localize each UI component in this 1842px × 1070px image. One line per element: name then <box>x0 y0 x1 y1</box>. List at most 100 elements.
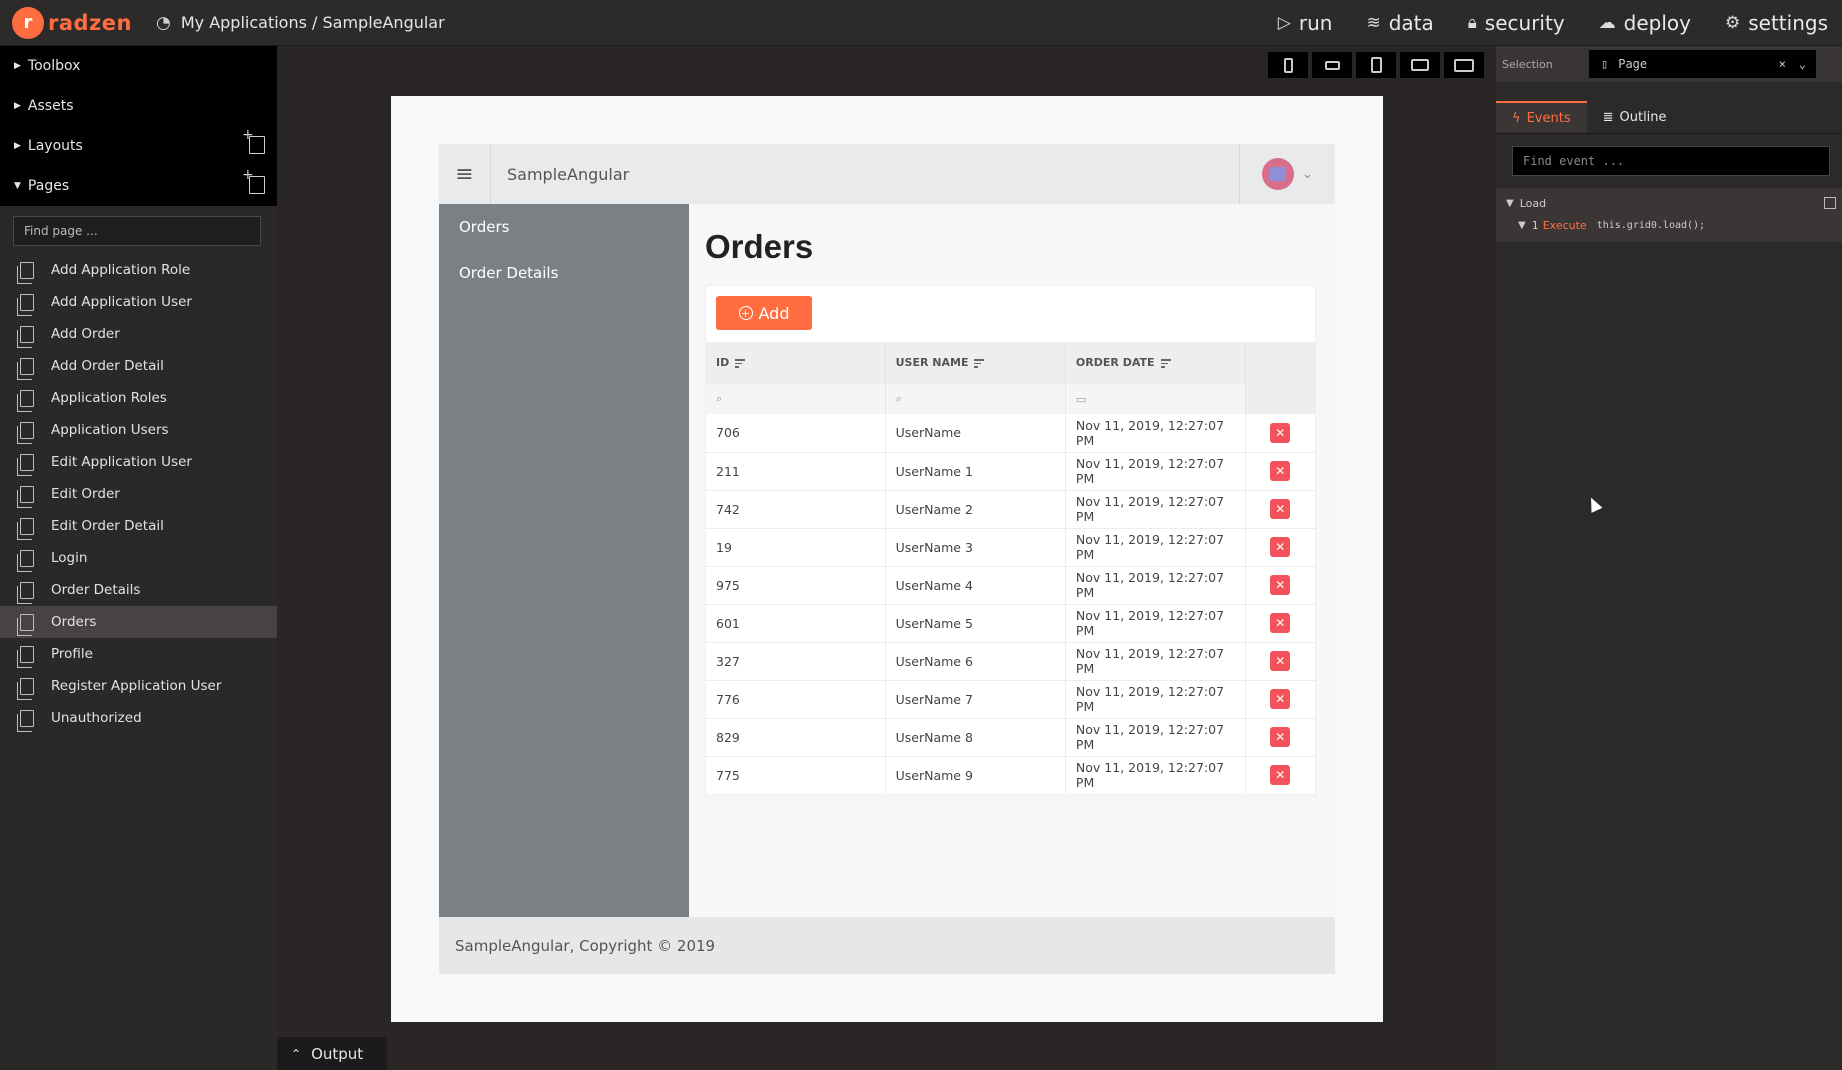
cell-orderdate: Nov 11, 2019, 12:27:07 PM <box>1065 718 1247 757</box>
table-row[interactable]: 211 UserName 1 Nov 11, 2019, 12:27:07 PM ✕ <box>706 452 1316 491</box>
delete-button[interactable]: ✕ <box>1270 727 1291 747</box>
expand-icon: ▶ <box>14 61 21 71</box>
selection-label: Selection <box>1502 57 1553 71</box>
app-nav-orders[interactable]: Orders <box>439 204 689 250</box>
cloud-upload-icon: ☁ <box>1598 13 1616 33</box>
column-header-orderdate[interactable]: ORDER DATE <box>1065 342 1247 384</box>
find-page-input[interactable]: Find page ... <box>13 216 261 246</box>
add-button[interactable]: + Add <box>716 296 812 330</box>
tablet-portrait-icon[interactable] <box>1356 52 1396 78</box>
page-item[interactable]: Order Details <box>0 574 277 606</box>
section-layouts[interactable]: ▶ Layouts <box>0 126 277 166</box>
page-item[interactable]: Application Roles <box>0 382 277 414</box>
selection-dropdown[interactable]: ▯ Page × ⌄ <box>1589 50 1816 78</box>
page-icon <box>17 709 34 732</box>
section-pages[interactable]: ▼ Pages <box>0 166 277 206</box>
nav-security[interactable]: 🔒︎ security <box>1468 11 1565 35</box>
column-header-label: ID <box>716 356 730 370</box>
filter-orderdate[interactable]: ▭ <box>1065 384 1247 414</box>
table-row[interactable]: 601 UserName 5 Nov 11, 2019, 12:27:07 PM ✕ <box>706 604 1316 643</box>
event-header[interactable]: ▼ Load <box>1496 192 1842 214</box>
page-icon <box>17 293 34 316</box>
cell-id: 19 <box>706 528 886 567</box>
page-item[interactable]: Add Order Detail <box>0 350 277 382</box>
chevron-down-icon[interactable]: ⌄ <box>1799 57 1806 71</box>
page-item[interactable]: Application Users <box>0 414 277 446</box>
table-row[interactable]: 742 UserName 2 Nov 11, 2019, 12:27:07 PM ✕ <box>706 490 1316 529</box>
table-row[interactable]: 327 UserName 6 Nov 11, 2019, 12:27:07 PM ✕ <box>706 642 1316 681</box>
section-assets[interactable]: ▶ Assets <box>0 86 277 126</box>
app-header: ≡ SampleAngular ⌄ <box>439 144 1335 204</box>
sort-icon <box>1160 357 1171 370</box>
section-toolbox[interactable]: ▶ Toolbox <box>0 46 277 86</box>
phone-landscape-icon[interactable] <box>1312 52 1352 78</box>
clear-icon[interactable]: × <box>1779 57 1786 71</box>
event-action[interactable]: ▼ 1 Execute this.grid0.load(); <box>1496 214 1842 236</box>
cell-actions: ✕ <box>1245 642 1316 681</box>
column-header-username[interactable]: USER NAME <box>885 342 1066 384</box>
logo-text: radzen <box>48 10 132 35</box>
page-item[interactable]: Add Order <box>0 318 277 350</box>
delete-button[interactable]: ✕ <box>1270 613 1291 633</box>
table-row[interactable]: 975 UserName 4 Nov 11, 2019, 12:27:07 PM ✕ <box>706 566 1316 605</box>
delete-button[interactable]: ✕ <box>1270 499 1291 519</box>
hamburger-icon[interactable]: ≡ <box>439 144 491 204</box>
table-row[interactable]: 19 UserName 3 Nov 11, 2019, 12:27:07 PM ✕ <box>706 528 1316 567</box>
nav-settings-label: settings <box>1748 11 1828 35</box>
page-item-active[interactable]: Orders <box>0 606 277 638</box>
table-row[interactable]: 829 UserName 8 Nov 11, 2019, 12:27:07 PM ✕ <box>706 718 1316 757</box>
radzen-logo[interactable]: r radzen <box>12 6 132 39</box>
add-page-icon[interactable] <box>242 167 265 194</box>
expand-icon: ▶ <box>14 101 21 111</box>
page-item-label: Add Order <box>51 326 120 342</box>
delete-button[interactable]: ✕ <box>1270 537 1291 557</box>
tab-outline[interactable]: ≣ Outline <box>1587 101 1683 133</box>
delete-button[interactable]: ✕ <box>1270 422 1291 443</box>
design-canvas[interactable]: ≡ SampleAngular ⌄ Orders Order Details O… <box>391 96 1383 1022</box>
filter-username[interactable]: ⌕ <box>885 384 1066 414</box>
profile-menu[interactable]: ⌄ <box>1239 144 1335 204</box>
page-item[interactable]: Add Application User <box>0 286 277 318</box>
nav-data[interactable]: ≋ data <box>1366 11 1433 35</box>
collapse-icon: ▼ <box>1506 197 1514 209</box>
phone-portrait-icon[interactable] <box>1268 52 1308 78</box>
page-item[interactable]: Edit Application User <box>0 446 277 478</box>
nav-run[interactable]: ▷ run <box>1278 11 1333 35</box>
delete-button[interactable]: ✕ <box>1270 461 1291 481</box>
add-layout-icon[interactable] <box>242 127 265 154</box>
nav-settings[interactable]: ⚙ settings <box>1725 11 1828 35</box>
table-row[interactable]: 776 UserName 7 Nov 11, 2019, 12:27:07 PM ✕ <box>706 680 1316 719</box>
delete-button[interactable]: ✕ <box>1270 651 1291 671</box>
delete-button[interactable]: ✕ <box>1270 689 1291 709</box>
section-toolbox-label: Toolbox <box>27 58 81 74</box>
page-item[interactable]: Edit Order <box>0 478 277 510</box>
page-icon <box>17 549 34 572</box>
page-item[interactable]: Edit Order Detail <box>0 510 277 542</box>
table-row[interactable]: 706 UserName Nov 11, 2019, 12:27:07 PM ✕ <box>706 414 1316 453</box>
section-layouts-label: Layouts <box>27 138 83 154</box>
calendar-icon: ▭ <box>1075 392 1087 406</box>
nav-deploy[interactable]: ☁ deploy <box>1599 11 1691 35</box>
cell-id: 327 <box>706 642 886 681</box>
delete-button[interactable]: ✕ <box>1270 765 1291 785</box>
desktop-icon[interactable] <box>1444 52 1484 78</box>
page-item[interactable]: Register Application User <box>0 670 277 702</box>
edit-icon[interactable] <box>1824 197 1836 209</box>
page-item[interactable]: Login <box>0 542 277 574</box>
tab-events[interactable]: ϟ Events <box>1496 101 1587 133</box>
delete-button[interactable]: ✕ <box>1270 575 1291 595</box>
table-row[interactable]: 775 UserName 9 Nov 11, 2019, 12:27:07 PM ✕ <box>706 756 1316 795</box>
page-item[interactable]: Unauthorized <box>0 702 277 734</box>
filter-id[interactable]: ⌕ <box>706 384 886 414</box>
output-toggle[interactable]: ⌃ Output <box>277 1037 387 1070</box>
cell-username: UserName 1 <box>885 452 1066 491</box>
laptop-icon[interactable] <box>1400 52 1440 78</box>
find-event-input[interactable]: Find event ... <box>1512 146 1830 176</box>
page-item[interactable]: Profile <box>0 638 277 670</box>
search-icon: ⌕ <box>716 392 723 405</box>
breadcrumb[interactable]: ◔ My Applications / SampleAngular <box>156 13 445 33</box>
column-header-id[interactable]: ID <box>706 342 886 384</box>
cell-id: 706 <box>706 414 886 453</box>
app-nav-order-details[interactable]: Order Details <box>439 250 689 296</box>
page-item[interactable]: Add Application Role <box>0 254 277 286</box>
